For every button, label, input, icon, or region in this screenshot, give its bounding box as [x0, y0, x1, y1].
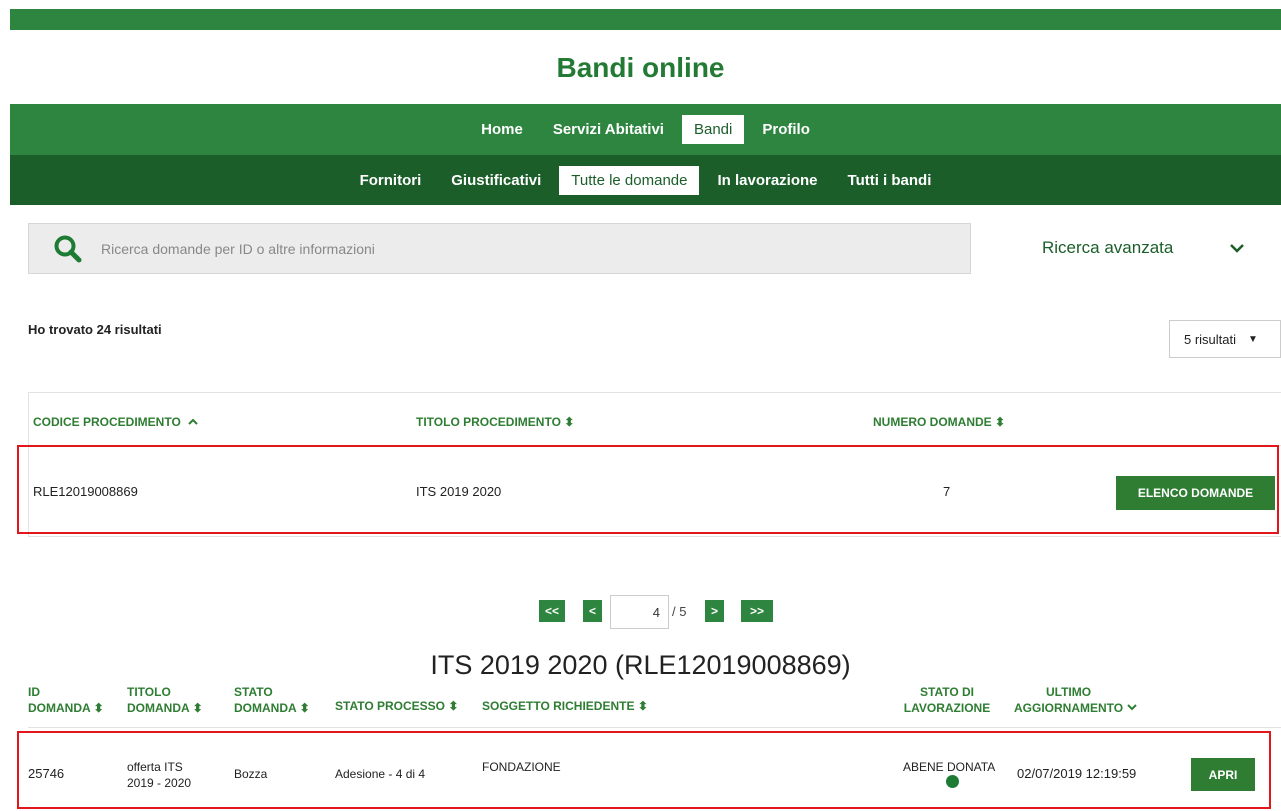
highlight-box: [17, 445, 1279, 534]
nav-servizi-abitativi[interactable]: Servizi Abitativi: [541, 115, 676, 144]
header-label: TITOLO PROCEDIMENTO: [416, 415, 561, 429]
header-stato-domanda[interactable]: STATO DOMANDA ⬍: [234, 684, 310, 716]
sort-icon: ⬍: [192, 701, 203, 715]
page-size-select[interactable]: 5 risultati ▼: [1169, 320, 1281, 358]
header-line: AGGIORNAMENTO: [1014, 701, 1124, 715]
sort-asc-icon: [188, 418, 198, 425]
chevron-down-icon[interactable]: [1227, 238, 1247, 258]
site-title: Bandi online: [556, 52, 725, 83]
header-line: ID: [28, 685, 40, 699]
header-ultimo-aggiornamento[interactable]: ULTIMO AGGIORNAMENTO: [1014, 684, 1144, 716]
header-line: ULTIMO: [1046, 685, 1092, 699]
header-line: LAVORAZIONE: [903, 701, 991, 715]
header-titolo-domanda[interactable]: TITOLO DOMANDA ⬍: [127, 684, 203, 716]
search-input[interactable]: [101, 240, 970, 257]
header-line: DOMANDA: [234, 701, 297, 715]
sort-icon: ⬍: [93, 701, 104, 715]
subnav-giustificativi[interactable]: Giustificativi: [439, 166, 553, 195]
page-size-value: 5 risultati: [1184, 331, 1237, 347]
subnav-in-lavorazione[interactable]: In lavorazione: [705, 166, 829, 195]
header-stato-processo[interactable]: STATO PROCESSO ⬍: [335, 698, 458, 714]
header-codice-procedimento[interactable]: CODICE PROCEDIMENTO: [33, 415, 199, 429]
sort-icon: ⬍: [448, 699, 459, 713]
header-line: DOMANDA: [28, 701, 91, 715]
subnav-tutti-i-bandi[interactable]: Tutti i bandi: [836, 166, 944, 195]
top-bar: [10, 9, 1281, 30]
header-stato-lavorazione[interactable]: STATO DI LAVORAZIONE: [893, 684, 1001, 716]
header-soggetto-richiedente[interactable]: SOGGETTO RICHIEDENTE ⬍: [482, 698, 648, 714]
pager-next-button[interactable]: >: [705, 600, 724, 622]
highlight-box: [17, 731, 1271, 809]
divider: [28, 727, 1281, 728]
pager-prev-button[interactable]: <: [583, 600, 602, 622]
nav-profilo[interactable]: Profilo: [750, 115, 822, 144]
header-numero-domande[interactable]: NUMERO DOMANDE ⬍: [873, 415, 1005, 429]
caret-down-icon: ▼: [1248, 333, 1258, 345]
header-id-domanda[interactable]: ID DOMANDA ⬍: [28, 684, 104, 716]
header-line: SOGGETTO RICHIEDENTE: [482, 699, 635, 713]
sort-icon: ⬍: [299, 701, 310, 715]
pager-page-input[interactable]: [610, 595, 669, 629]
pager-total: / 5: [672, 604, 687, 619]
sort-icon: ⬍: [564, 415, 575, 429]
header-titolo-procedimento[interactable]: TITOLO PROCEDIMENTO ⬍: [416, 415, 574, 429]
header-line: STATO: [234, 685, 273, 699]
pager-first-button[interactable]: <<: [539, 600, 565, 622]
nav-bandi[interactable]: Bandi: [681, 115, 745, 144]
header-label: NUMERO DOMANDE: [873, 415, 992, 429]
sort-desc-icon: [1127, 704, 1138, 711]
subnav-fornitori[interactable]: Fornitori: [348, 166, 434, 195]
subnav-tutte-le-domande[interactable]: Tutte le domande: [559, 165, 700, 195]
main-nav: Home Servizi Abitativi Bandi Profilo: [10, 104, 1281, 155]
sub-nav: Fornitori Giustificativi Tutte le domand…: [10, 155, 1281, 205]
header-line: STATO PROCESSO: [335, 699, 446, 713]
pager-last-button[interactable]: >>: [741, 600, 773, 622]
search-bar: [28, 223, 971, 274]
sort-icon: ⬍: [995, 415, 1006, 429]
section-title: ITS 2019 2020 (RLE12019008869): [430, 650, 851, 680]
results-summary: Ho trovato 24 risultati: [28, 322, 162, 337]
nav-home[interactable]: Home: [469, 115, 535, 144]
header-label: CODICE PROCEDIMENTO: [33, 415, 181, 429]
header-line: STATO DI: [920, 685, 974, 699]
header-line: TITOLO: [127, 685, 171, 699]
search-icon[interactable]: [53, 234, 83, 264]
sort-icon: ⬍: [637, 699, 648, 713]
advanced-search-link[interactable]: Ricerca avanzata: [1042, 238, 1173, 258]
header-line: DOMANDA: [127, 701, 190, 715]
